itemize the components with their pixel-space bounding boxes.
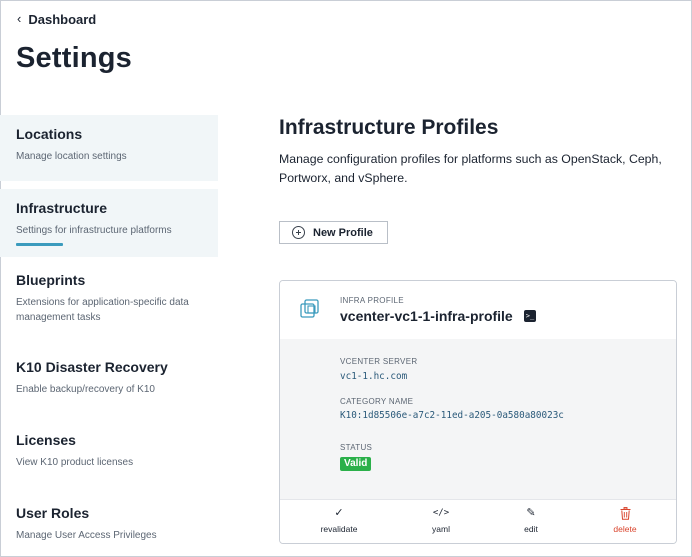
section-title: Infrastructure Profiles (279, 116, 499, 139)
infra-profile-icon (300, 299, 319, 318)
delete-label: delete (613, 524, 637, 534)
field-value-vcenter-server: vc1-1.hc.com (340, 371, 408, 382)
sidebar-item-licenses[interactable]: Licenses View K10 product licenses (0, 421, 218, 477)
sidebar-item-desc: Manage location settings (16, 151, 127, 162)
yaml-button[interactable]: </> yaml (411, 506, 471, 534)
sidebar-item-title: Infrastructure (16, 200, 108, 216)
sidebar-item-desc: Settings for infrastructure platforms (16, 225, 172, 236)
sidebar-item-title: Blueprints (16, 272, 86, 288)
trash-icon (595, 506, 655, 520)
profile-name: vcenter-vc1-1-infra-profile (340, 308, 513, 324)
status-badge: Valid (340, 457, 372, 471)
sidebar-item-desc: View K10 product licenses (16, 457, 134, 468)
sidebar-item-title: Licenses (16, 432, 76, 448)
edit-button[interactable]: ✎ edit (501, 506, 561, 534)
sidebar-item-blueprints[interactable]: Blueprints Extensions for application-sp… (0, 261, 218, 339)
sidebar-item-desc: Manage User Access Privileges (16, 530, 157, 541)
back-link-label: Dashboard (28, 11, 97, 27)
sidebar-item-k10-disaster-recovery[interactable]: K10 Disaster Recovery Enable backup/reco… (0, 348, 218, 404)
sidebar-item-desc: Enable backup/recovery of K10 (16, 384, 155, 395)
edit-icon: ✎ (526, 507, 536, 519)
sidebar-item-title: K10 Disaster Recovery (16, 359, 168, 375)
terminal-icon[interactable]: >_ (524, 310, 536, 322)
revalidate-button[interactable]: ✓ revalidate (309, 506, 369, 534)
delete-button[interactable]: delete (595, 506, 655, 534)
plus-circle-icon (292, 226, 305, 239)
field-label-vcenter-server: VCENTER SERVER (340, 357, 418, 366)
sidebar-item-infrastructure[interactable]: Infrastructure Settings for infrastructu… (0, 189, 218, 257)
profile-kicker: INFRA PROFILE (340, 296, 404, 305)
field-value-category-name: K10:1d85506e-a7c2-11ed-a205-0a580a80023c (340, 410, 564, 421)
code-icon: </> (432, 508, 450, 518)
edit-label: edit (524, 524, 538, 534)
sidebar-item-title: User Roles (16, 505, 90, 521)
active-indicator (16, 243, 63, 246)
sidebar-item-title: Locations (16, 126, 83, 142)
page-title: Settings (16, 42, 132, 74)
new-profile-button[interactable]: New Profile (279, 221, 388, 244)
profile-card-body: VCENTER SERVER vc1-1.hc.com CATEGORY NAM… (280, 339, 676, 499)
new-profile-label: New Profile (313, 226, 373, 239)
profile-card: INFRA PROFILE vcenter-vc1-1-infra-profil… (279, 280, 677, 544)
chevron-left-icon: ‹ (17, 11, 22, 26)
field-label-category-name: CATEGORY NAME (340, 397, 414, 406)
sidebar-item-user-roles[interactable]: User Roles Manage User Access Privileges (0, 494, 218, 550)
sidebar-item-locations[interactable]: Locations Manage location settings (0, 115, 218, 181)
revalidate-label: revalidate (320, 524, 358, 534)
profile-card-header: INFRA PROFILE vcenter-vc1-1-infra-profil… (280, 281, 676, 339)
sidebar-item-desc: Extensions for application-specific data… (16, 297, 189, 323)
yaml-label: yaml (432, 524, 450, 534)
section-description: Manage configuration profiles for platfo… (279, 152, 662, 185)
check-icon: ✓ (334, 507, 344, 519)
profile-card-actions: ✓ revalidate </> yaml ✎ edit delete (280, 499, 676, 543)
field-label-status: STATUS (340, 443, 373, 452)
back-to-dashboard-link[interactable]: ‹ Dashboard (17, 11, 96, 27)
